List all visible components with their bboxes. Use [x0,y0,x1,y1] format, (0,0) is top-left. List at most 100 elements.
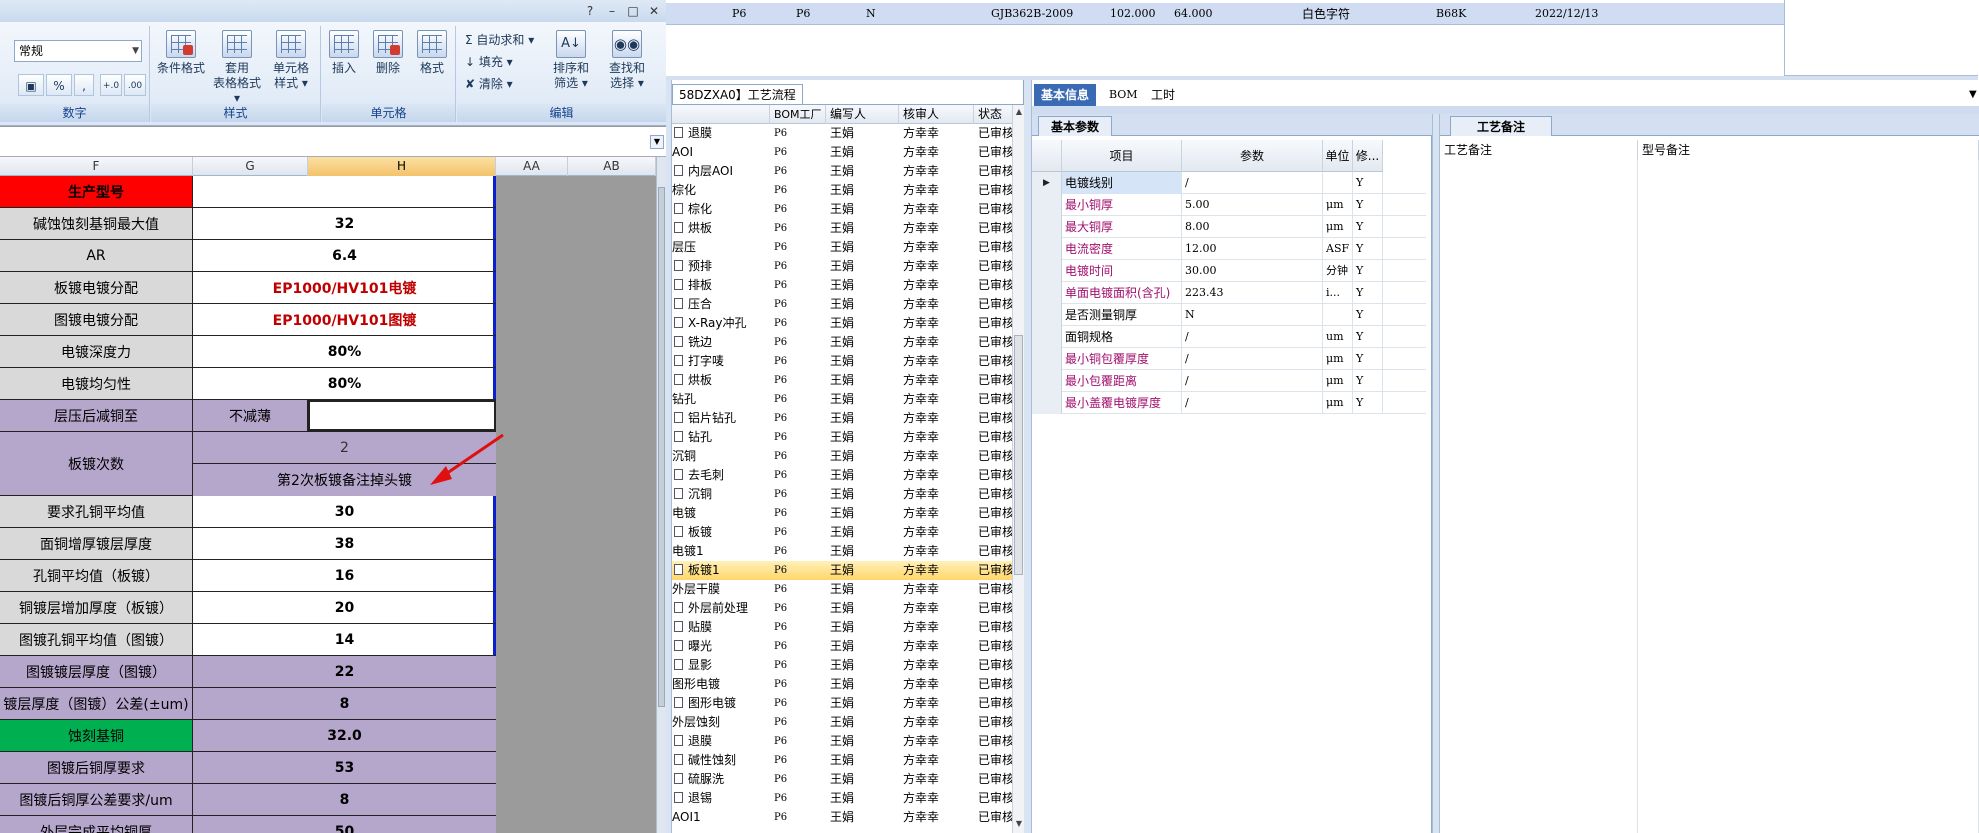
row-label-cell[interactable]: 铜镀层增加厚度（板镀） [0,592,193,623]
fill-button[interactable]: ↓ 填充 ▾ [465,52,513,72]
process-list-item[interactable]: 沉铜 P6 王娟 方幸幸 已审核 [672,447,1012,466]
param-value-cell[interactable]: N [1182,304,1323,326]
row-label-cell[interactable]: 蚀刻基铜 [0,720,193,751]
param-flag-cell[interactable]: Y [1353,370,1383,392]
param-item-cell[interactable]: 面铜规格 [1062,326,1182,348]
process-list-item[interactable]: 烘板 P6 王娟 方幸幸 已审核 [672,219,1012,238]
param-item-cell[interactable]: 单面电镀面积(含孔) [1062,282,1182,304]
param-row[interactable]: 最小包覆距离 / μm Y [1032,370,1426,392]
tab-work-hours[interactable]: 工时 [1144,84,1182,106]
process-list-item[interactable]: X-Ray冲孔 P6 王娟 方幸幸 已审核 [672,314,1012,333]
row-value-cell[interactable]: EP1000/HV101电镀 [193,272,496,303]
param-item-cell[interactable]: 最小包覆距离 [1062,370,1182,392]
param-value-cell[interactable]: / [1182,172,1323,194]
process-list-item[interactable]: 退锡 P6 王娟 方幸幸 已审核 [672,789,1012,808]
param-unit-cell[interactable]: i... [1323,282,1353,304]
sort-filter-button[interactable]: A↓ 排序和 筛选 ▾ [543,30,599,91]
process-list-item[interactable]: 内层AOI P6 王娟 方幸幸 已审核 [672,162,1012,181]
process-list-item[interactable]: 去毛刺 P6 王娟 方幸幸 已审核 [672,466,1012,485]
decrease-decimal-button[interactable]: .00 [124,74,146,96]
process-list-item[interactable]: 预排 P6 王娟 方幸幸 已审核 [672,257,1012,276]
percent-button[interactable]: % [46,74,72,96]
row-value-cell[interactable]: 38 [193,528,496,559]
row-value-cell[interactable]: 30 [193,496,496,527]
param-unit-cell[interactable]: μm [1323,370,1353,392]
process-list-item[interactable]: 外层蚀刻 P6 王娟 方幸幸 已审核 [672,713,1012,732]
param-unit-cell[interactable]: μm [1323,194,1353,216]
row-indicator[interactable] [1032,304,1062,326]
process-list-item[interactable]: 退膜 P6 王娟 方幸幸 已审核 [672,124,1012,143]
param-value-cell[interactable]: 8.00 [1182,216,1323,238]
tab-process-notes[interactable]: 工艺备注 [1450,116,1553,136]
param-unit-cell[interactable]: um [1323,326,1353,348]
param-row[interactable]: 最小盖覆电镀厚度 / μm Y [1032,392,1426,414]
param-row[interactable]: 电流密度 12.00 ASF Y [1032,238,1426,260]
process-list-item[interactable]: 曝光 P6 王娟 方幸幸 已审核 [672,637,1012,656]
process-list-scrollbar[interactable]: ▲ ▼ [1012,105,1024,833]
increase-decimal-button[interactable]: +.0 [100,74,122,96]
scrollbar-thumb[interactable] [658,187,665,707]
process-list-item[interactable]: 电镀 P6 王娟 方幸幸 已审核 [672,504,1012,523]
param-row[interactable]: 单面电镀面积(含孔) 223.43 i... Y [1032,282,1426,304]
process-list-item[interactable]: 外层前处理 P6 王娟 方幸幸 已审核 [672,599,1012,618]
active-cell-h[interactable] [308,400,496,431]
param-item-cell[interactable]: 电镀线别 [1062,172,1182,194]
row-indicator[interactable] [1032,370,1062,392]
top-grid-selected-row[interactable]: P6 P6 N GJB362B-2009 102.000 64.000 白色字符… [666,3,1784,25]
param-unit-cell[interactable] [1323,304,1353,326]
param-flag-cell[interactable]: Y [1353,172,1383,194]
process-list-item[interactable]: 外层干膜 P6 王娟 方幸幸 已审核 [672,580,1012,599]
param-value-cell[interactable]: / [1182,348,1323,370]
param-value-cell[interactable]: / [1182,370,1323,392]
process-list-item[interactable]: 排板 P6 王娟 方幸幸 已审核 [672,276,1012,295]
row-label-cell[interactable]: 电镀深度力 [0,336,193,367]
param-unit-cell[interactable]: μm [1323,392,1353,414]
find-select-button[interactable]: ◉◉ 查找和 选择 ▾ [599,30,655,91]
process-list-item[interactable]: 打字唛 P6 王娟 方幸幸 已审核 [672,352,1012,371]
header-model-notes[interactable]: 型号备注 [1638,140,1979,160]
currency-format-button[interactable]: ▣ [18,74,44,96]
close-icon[interactable]: ✕ [646,3,662,19]
scroll-down-icon[interactable]: ▼ [1014,819,1024,831]
process-scroll-thumb[interactable] [1014,335,1023,575]
process-list-item[interactable]: 钻孔 P6 王娟 方幸幸 已审核 [672,428,1012,447]
process-list-item[interactable]: 贴膜 P6 王娟 方幸幸 已审核 [672,618,1012,637]
process-list-item[interactable]: 铝片钻孔 P6 王娟 方幸幸 已审核 [672,409,1012,428]
row-value-cell[interactable]: 16 [193,560,496,591]
restore-icon[interactable]: □ [625,3,641,19]
param-value-cell[interactable]: 5.00 [1182,194,1323,216]
row-label-cell[interactable]: 图镀电镀分配 [0,304,193,335]
row-value-cell[interactable]: 80% [193,368,496,399]
tab-menu-icon[interactable]: ▼ [1962,84,1979,106]
tab-basic-info[interactable]: 基本信息 [1034,84,1097,106]
model-notes-field[interactable] [1638,160,1979,833]
copper-reduce-value[interactable]: 不减薄 [193,400,308,431]
row-label-cell[interactable]: 层压后减铜至 [0,400,193,431]
header-process-notes[interactable]: 工艺备注 [1440,140,1638,160]
process-list-item[interactable]: 板镀1 P6 王娟 方幸幸 已审核 [672,561,1012,580]
row-indicator[interactable] [1032,348,1062,370]
column-header-g[interactable]: G [193,157,308,176]
process-list-item[interactable]: 铣边 P6 王娟 方幸幸 已审核 [672,333,1012,352]
comma-button[interactable]: , [74,74,94,96]
scroll-up-icon[interactable]: ▲ [1014,107,1024,119]
row-label-cell[interactable]: 图镀镀层厚度（图镀） [0,656,193,687]
param-row[interactable]: 电镀时间 30.00 分钟 Y [1032,260,1426,282]
minimize-icon[interactable]: – [604,3,620,19]
number-format-select[interactable]: 常规 ▼ [14,40,142,62]
process-list-item[interactable]: 压合 P6 王娟 方幸幸 已审核 [672,295,1012,314]
row-label-cell[interactable]: 面铜增厚镀层厚度 [0,528,193,559]
header-bom-factory[interactable]: BOM工厂 [770,105,826,124]
tab-bom[interactable]: BOM [1102,84,1145,106]
process-list-item[interactable]: 层压 P6 王娟 方幸幸 已审核 [672,238,1012,257]
help-icon[interactable]: ? [582,3,598,19]
conditional-format-button[interactable]: 条件格式 [153,30,209,76]
row-value-cell[interactable]: 20 [193,592,496,623]
row-value-cell[interactable]: EP1000/HV101图镀 [193,304,496,335]
row-pointer-icon[interactable]: ▶ [1032,172,1062,194]
process-list-item[interactable]: 图形电镀 P6 王娟 方幸幸 已审核 [672,675,1012,694]
row-indicator[interactable] [1032,238,1062,260]
param-row[interactable]: 最小铜厚 5.00 μm Y [1032,194,1426,216]
row-value-cell[interactable]: 32 [193,208,496,239]
row-value-cell[interactable]: 53 [193,752,496,783]
